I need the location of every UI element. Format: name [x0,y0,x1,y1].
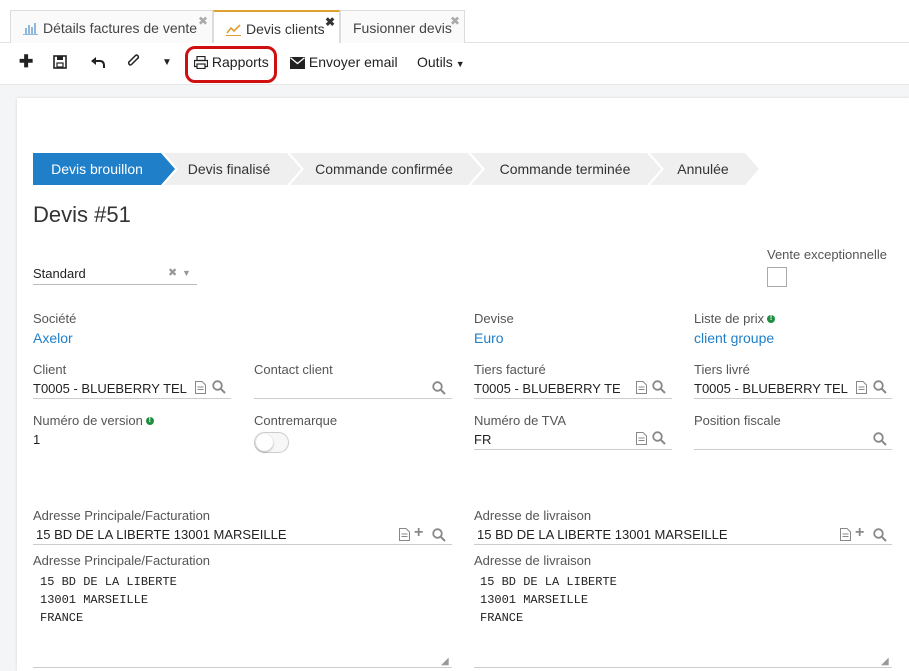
pricelist-link[interactable]: client groupe [694,330,774,346]
contremarque-label: Contremarque [254,413,338,428]
doc-icon[interactable] [636,381,647,397]
tab-label: Détails factures de vente [43,20,198,36]
save-icon[interactable] [53,54,67,70]
version-label: Numéro de version! [33,413,154,428]
caret-down-icon[interactable]: ▼ [182,268,191,278]
delivery-address-textarea-underline [474,667,892,668]
currency-label: Devise [474,311,514,326]
bar-chart-icon [23,22,39,38]
send-email-button[interactable]: Envoyer email [290,54,398,70]
delivery-address-textarea[interactable]: 15 BD DE LA LIBERTE 13001 MARSEILLE FRAN… [480,573,617,627]
client-value[interactable]: T0005 - BLUEBERRY TEL [33,381,187,396]
main-address-textarea-underline [33,667,452,668]
plus-icon[interactable]: + [414,524,423,542]
search-icon[interactable] [652,380,666,397]
line-chart-icon [226,23,242,39]
info-icon: ! [767,315,776,323]
close-icon[interactable]: ✖ [325,15,335,29]
vat-number-value[interactable]: FR [474,432,491,447]
undo-icon[interactable] [90,54,105,70]
reports-highlight [185,46,277,83]
tab-label: Fusionner devis [353,20,452,36]
doc-icon[interactable] [840,528,851,544]
type-select-value[interactable]: Standard [33,266,86,281]
exceptional-sale-label: Vente exceptionnelle [767,247,887,262]
resize-handle-icon[interactable]: ◢ [441,656,449,667]
close-icon[interactable]: ✖ [450,14,460,28]
main-address-text-label: Adresse Principale/Facturation [33,553,211,568]
toolbar: ✚ ▼ Rapports Envoyer email Outils ▼ [0,43,909,85]
invoiced-partner-label: Tiers facturé [474,362,546,377]
doc-icon[interactable] [636,432,647,448]
info-icon: ! [145,417,154,425]
plus-icon[interactable]: + [855,524,864,542]
add-icon[interactable]: ✚ [19,52,33,72]
contact-underline[interactable] [254,398,452,399]
search-icon[interactable] [652,431,666,448]
tab-bar: Détails factures de vente ✖ Devis client… [0,0,909,44]
tab-merge-quotes[interactable]: Fusionner devis ✖ [340,10,465,43]
exceptional-sale-checkbox[interactable] [767,267,787,287]
search-icon[interactable] [432,381,446,398]
vat-number-label: Numéro de TVA [474,413,567,428]
tab-sales-invoice-details[interactable]: Détails factures de vente ✖ [10,10,213,43]
search-icon[interactable] [873,380,887,397]
doc-icon[interactable] [856,381,867,397]
close-icon[interactable]: ✖ [198,14,208,28]
main-address-label: Adresse Principale/Facturation [33,508,211,523]
clear-icon[interactable]: ✖ [168,266,177,279]
search-icon[interactable] [873,528,887,545]
send-email-label: Envoyer email [308,54,398,70]
delivery-address-underline [474,544,892,545]
resize-handle-icon[interactable]: ◢ [881,656,889,667]
tab-label: Devis clients [246,21,325,37]
step-draft-quote[interactable]: Devis brouillon [33,153,161,185]
tab-customer-quotes[interactable]: Devis clients ✖ [213,10,340,44]
delivered-partner-underline [694,398,892,399]
caret-down-icon: ▼ [455,59,465,69]
contremarque-toggle[interactable] [254,432,289,453]
envelope-icon [290,57,305,69]
step-canceled[interactable]: Annulée [660,153,746,185]
type-select-underline [33,284,197,285]
search-icon[interactable] [212,380,226,397]
version-value: 1 [33,432,41,447]
vat-number-underline [474,449,672,450]
contact-label: Contact client [254,362,333,377]
delivered-partner-label: Tiers livré [694,362,750,377]
delivery-address-value[interactable]: 15 BD DE LA LIBERTE 13001 MARSEILLE [477,527,728,542]
main-address-value[interactable]: 15 BD DE LA LIBERTE 13001 MARSEILLE [36,527,287,542]
company-link[interactable]: Axelor [33,330,73,346]
search-icon[interactable] [432,528,446,545]
client-label: Client [33,362,67,377]
fiscal-position-underline[interactable] [694,449,892,450]
attachment-icon[interactable] [127,54,140,70]
search-icon[interactable] [873,432,887,449]
toggle-knob [256,434,273,451]
doc-icon[interactable] [399,528,410,544]
company-label: Société [33,311,77,326]
main-address-textarea[interactable]: 15 BD DE LA LIBERTE 13001 MARSEILLE FRAN… [40,573,177,627]
step-order-confirmed[interactable]: Commande confirmée [300,153,468,185]
client-underline [33,398,231,399]
page-title: Devis #51 [33,202,131,227]
step-order-completed[interactable]: Commande terminée [484,153,646,185]
tools-menu[interactable]: Outils ▼ [417,54,465,70]
delivery-address-text-label: Adresse de livraison [474,553,592,568]
step-finalized-quote[interactable]: Devis finalisé [170,153,288,185]
pricelist-label: Liste de prix! [694,311,776,326]
doc-icon[interactable] [195,381,206,397]
invoiced-partner-value[interactable]: T0005 - BLUEBERRY TEL [474,381,620,396]
delivery-address-label: Adresse de livraison [474,508,592,523]
main-address-underline [33,544,452,545]
delivered-partner-value[interactable]: T0005 - BLUEBERRY TEL [694,381,848,396]
tools-label: Outils [417,54,453,70]
currency-link[interactable]: Euro [474,330,504,346]
caret-down-icon[interactable]: ▼ [162,57,172,68]
fiscal-position-label: Position fiscale [694,413,781,428]
invoiced-partner-underline [474,398,672,399]
